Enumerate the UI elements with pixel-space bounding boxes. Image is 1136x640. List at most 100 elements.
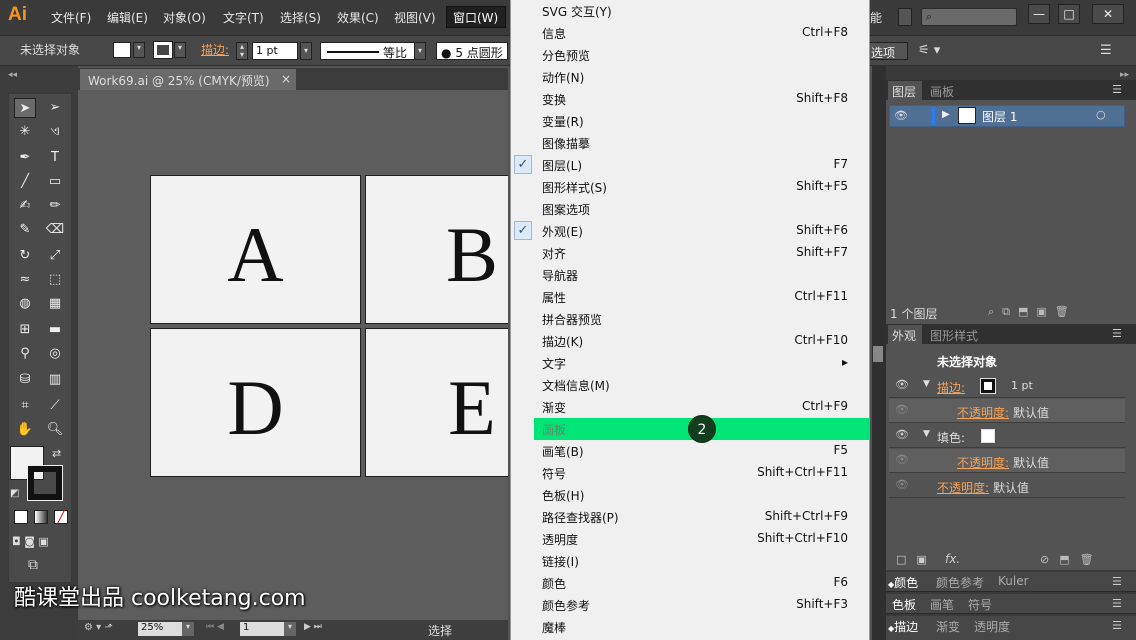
layer-eye-icon[interactable]: 👁︎ [894, 109, 908, 122]
menu-item[interactable]: 文档信息(M) [510, 374, 868, 396]
menu-file[interactable]: 文件(F) [51, 9, 91, 26]
zoom-field[interactable]: 25% [138, 622, 182, 636]
menu-item[interactable]: 图形样式(S) Shift+F5 [510, 176, 868, 198]
color-panel-menu-icon[interactable]: ☰ [1112, 575, 1122, 588]
stroke-opacity-row[interactable]: 👁︎ 不透明度: 默认值 [889, 399, 1125, 423]
screen-mode-icon[interactable]: ⧉ [28, 557, 38, 573]
gradient-mode-icon[interactable] [34, 510, 48, 524]
menu-item[interactable]: 渐变 Ctrl+F9 [510, 396, 868, 418]
menu-item[interactable]: 分色预览 [510, 44, 868, 66]
collapse-panels-icon[interactable]: ▸▸ [1120, 70, 1129, 80]
magic-wand-tool-icon[interactable]: ✳ [14, 122, 36, 142]
appearance-menu-icon[interactable]: ☰ [1112, 327, 1122, 340]
profile-dropdown[interactable]: ▾ [414, 42, 426, 60]
graph-tool-icon[interactable]: ▥ [44, 370, 66, 390]
fill-eye-icon[interactable]: 👁︎ [895, 428, 909, 441]
document-tab[interactable]: Work69.ai @ 25% (CMYK/预览) [80, 69, 296, 90]
next-artboard-icon[interactable]: ▶ ⏭ [304, 622, 322, 632]
zoom-tool-icon[interactable]: 🔍︎ [44, 420, 66, 440]
minimize-button[interactable]: — [1028, 4, 1050, 24]
menu-item[interactable]: 色板(H) [510, 484, 868, 506]
control-menu-icon[interactable]: ☰ [1100, 43, 1112, 58]
artboard-e[interactable]: E [365, 328, 508, 477]
menu-item[interactable]: 透明度 Shift+Ctrl+F10 [510, 528, 868, 550]
document-tab-close-icon[interactable]: × [281, 72, 291, 86]
menu-item[interactable]: 图像描摹 [510, 132, 868, 154]
maximize-button[interactable]: □ [1058, 4, 1080, 24]
menu-window[interactable]: 窗口(W) [446, 6, 506, 28]
blend-tool-icon[interactable]: ◎ [44, 344, 66, 364]
menu-item[interactable]: 属性 Ctrl+F11 [510, 286, 868, 308]
gradient-tool-icon[interactable]: ▬ [44, 320, 66, 340]
workspace-dropdown[interactable] [898, 8, 912, 26]
layer-expand-icon[interactable]: ▶ [942, 109, 950, 120]
stroke-panel-menu-icon[interactable]: ☰ [1112, 619, 1122, 632]
menu-item[interactable]: 对齐 Shift+F7 [510, 242, 868, 264]
object-opacity-row[interactable]: 👁︎ 不透明度: 默认值 [889, 474, 1125, 498]
panel-scroll-thumb[interactable] [873, 346, 883, 362]
tab-color[interactable]: ◆颜色 [888, 574, 918, 591]
menu-item[interactable]: 魔棒 [510, 616, 868, 638]
blob-brush-tool-icon[interactable]: ✎ [14, 220, 36, 240]
fill-expand-icon[interactable]: ▼ [923, 429, 930, 439]
symbol-sprayer-tool-icon[interactable]: ⛁ [14, 370, 36, 390]
artboard-b[interactable]: B [365, 175, 508, 324]
options-button[interactable]: 选项 [866, 42, 908, 60]
default-colors-icon[interactable]: ◩ [10, 488, 19, 499]
tab-brushes[interactable]: 画笔 [930, 596, 954, 613]
appearance-delete-icons[interactable]: ⊘⬒🗑︎ [1040, 553, 1104, 566]
appearance-stroke-row[interactable]: 👁︎ ▼ 描边: 1 pt [889, 374, 1125, 398]
fill-opacity-row[interactable]: 👁︎ 不透明度: 默认值 [889, 449, 1125, 473]
shape-builder-tool-icon[interactable]: ◍ [14, 294, 36, 314]
artboard-dropdown[interactable]: ▾ [284, 622, 296, 636]
menu-edit[interactable]: 编辑(E) [107, 9, 148, 26]
selection-tool-icon[interactable]: ➤ [14, 98, 36, 118]
menu-item[interactable]: 动作(N) [510, 66, 868, 88]
menu-effect[interactable]: 效果(C) [337, 9, 379, 26]
tab-swatches[interactable]: 色板 [892, 596, 916, 613]
fill-opacity-label[interactable]: 不透明度: [957, 454, 1009, 471]
stroke-label[interactable]: 描边: [201, 41, 229, 58]
pencil-tool-icon[interactable]: ✏ [44, 196, 66, 216]
perspective-grid-tool-icon[interactable]: ▦ [44, 294, 66, 314]
menu-item[interactable]: 画笔(B) F5 [510, 440, 868, 462]
fill-swatch[interactable] [113, 42, 131, 58]
collapse-tools-icon[interactable]: ◂◂ [8, 70, 17, 80]
tab-kuler[interactable]: Kuler [998, 574, 1029, 588]
stroke-expand-icon[interactable]: ▼ [923, 379, 930, 389]
menu-item[interactable]: 描边(K) Ctrl+F10 [510, 330, 868, 352]
slice-tool-icon[interactable]: ⟋ [44, 396, 66, 416]
menu-item[interactable]: 信息 Ctrl+F8 [510, 22, 868, 44]
stroke-eye-icon[interactable]: 👁︎ [895, 378, 909, 391]
menu-item[interactable]: 导航器 [510, 264, 868, 286]
menu-object[interactable]: 对象(O) [163, 9, 206, 26]
appearance-fill-row[interactable]: 👁︎ ▼ 填色: [889, 424, 1125, 448]
menu-type[interactable]: 文字(T) [223, 9, 264, 26]
brush-select[interactable]: ● 5 点圆形 [436, 42, 508, 60]
object-opacity-eye-icon[interactable]: 👁︎ [895, 478, 909, 491]
appearance-stroke-value[interactable]: 1 pt [1011, 379, 1033, 392]
tab-layers[interactable]: 图层 [888, 81, 922, 100]
menu-item[interactable]: SVG 交互(Y) [510, 0, 868, 22]
menu-view[interactable]: 视图(V) [394, 9, 436, 26]
appearance-footer-icons[interactable]: □▣ [896, 553, 937, 566]
stroke-opacity-label[interactable]: 不透明度: [957, 404, 1009, 421]
object-opacity-label[interactable]: 不透明度: [937, 479, 989, 496]
artboard-a[interactable]: A [150, 175, 361, 324]
menu-item[interactable]: 文字 ▸ [510, 352, 868, 374]
tab-symbols[interactable]: 符号 [968, 596, 992, 613]
artboard-number-field[interactable]: 1 [240, 622, 284, 636]
menu-item[interactable]: 颜色参考 Shift+F3 [510, 594, 868, 616]
free-transform-tool-icon[interactable]: ⬚ [44, 270, 66, 290]
tab-stroke[interactable]: ◆描边 [888, 618, 918, 635]
scale-tool-icon[interactable]: ⤢ [44, 246, 66, 266]
menu-item[interactable]: 变换 Shift+F8 [510, 88, 868, 110]
layers-footer-icons[interactable]: ⌕⧉⬒▣🗑︎ [988, 305, 1077, 319]
stroke-swatch[interactable] [153, 41, 173, 59]
appearance-stroke-swatch[interactable] [980, 378, 996, 394]
appearance-stroke-label[interactable]: 描边: [937, 379, 965, 396]
type-tool-icon[interactable]: T [44, 148, 66, 168]
hand-tool-icon[interactable]: ✋ [14, 420, 36, 440]
rotate-tool-icon[interactable]: ↻ [14, 246, 36, 266]
layer-target-icon[interactable]: ○ [1096, 108, 1106, 121]
